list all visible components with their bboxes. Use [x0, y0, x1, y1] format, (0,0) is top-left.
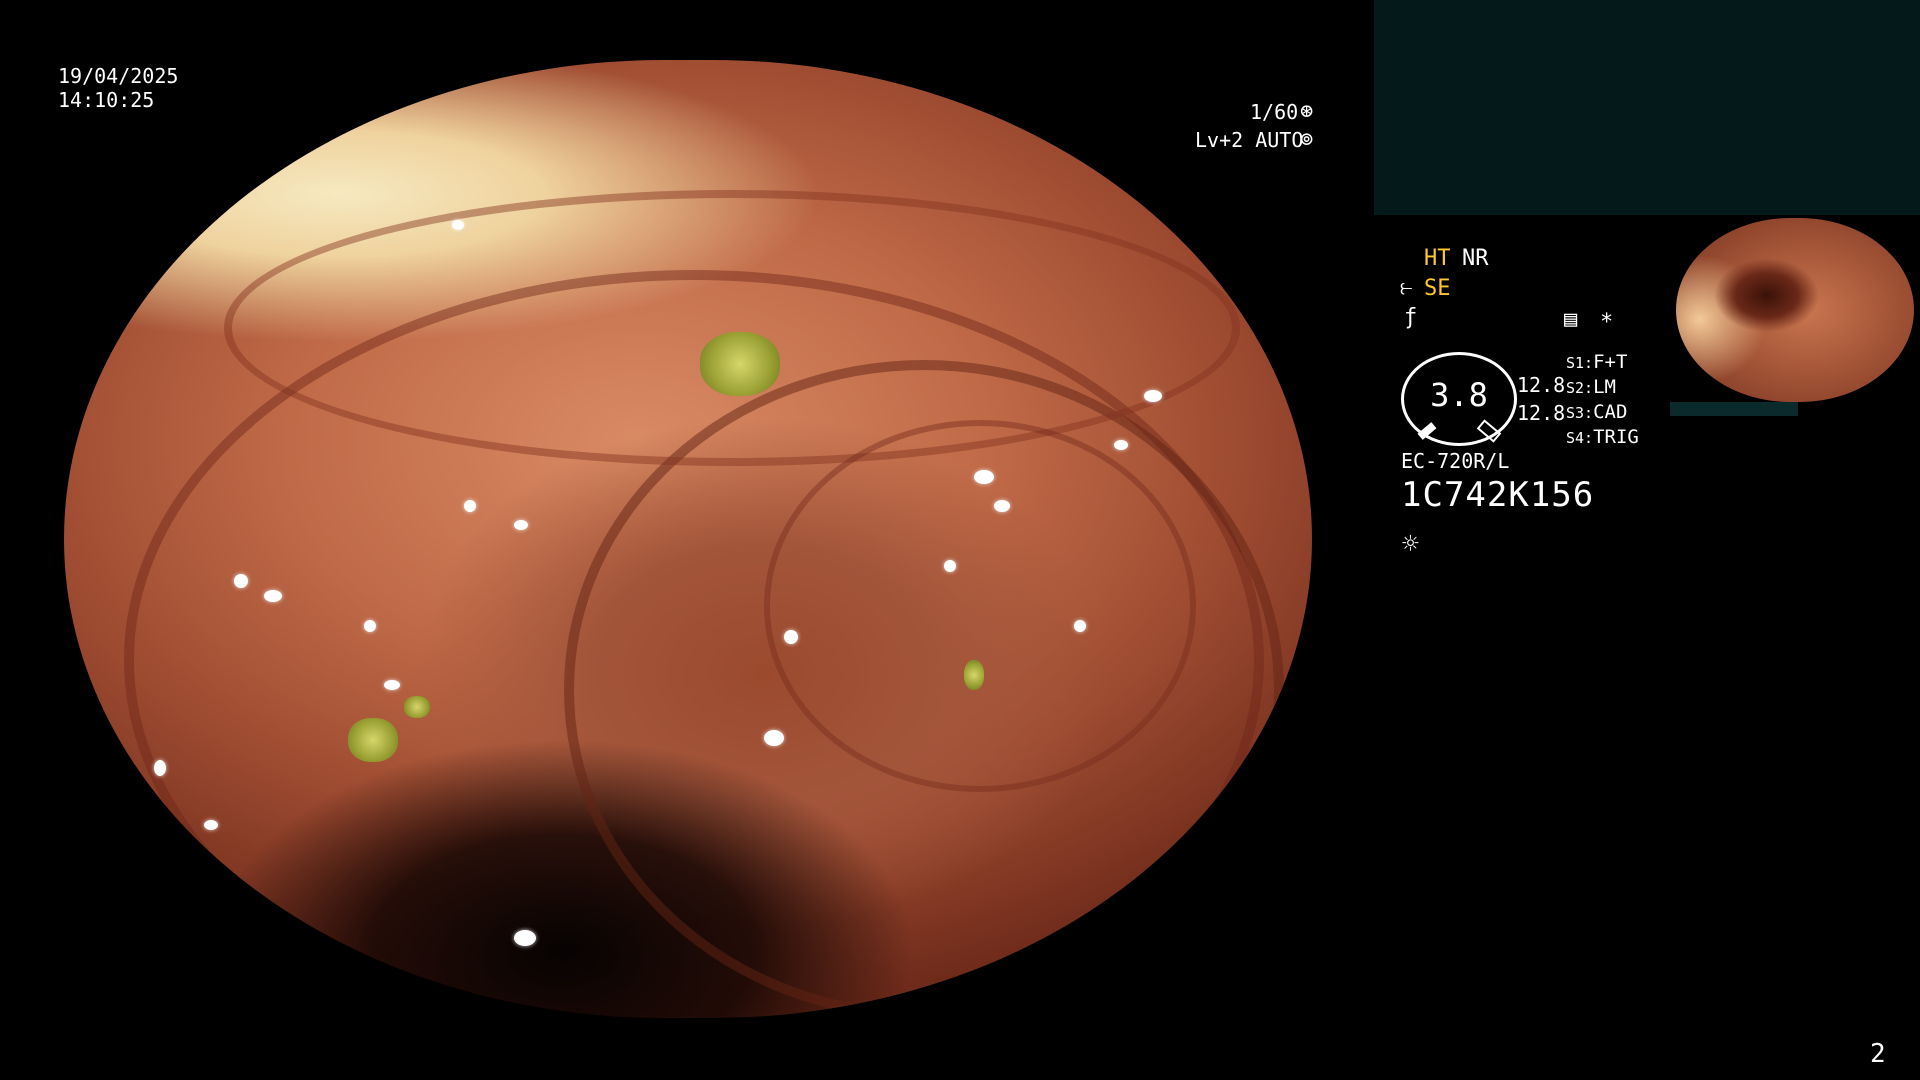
switch-item: S4:TRIG: [1566, 425, 1639, 450]
switch-key: S3:: [1566, 404, 1594, 422]
scope-serial: 1C742K156: [1401, 475, 1595, 515]
light-reflection: [944, 560, 956, 572]
switch-key: S2:: [1566, 379, 1594, 397]
gauge-marker: [1476, 419, 1502, 443]
residue-spot: [964, 660, 984, 690]
light-reflection: [784, 630, 798, 644]
light-reflection: [384, 680, 400, 690]
mucosal-fold: [224, 190, 1240, 466]
secondary-display: [1374, 0, 1920, 215]
mode-se: SE: [1424, 276, 1451, 301]
switch-item: S1:F+T: [1566, 350, 1639, 375]
freeze-icon: ƒ: [1404, 305, 1418, 330]
readout-1: 12.8: [1517, 373, 1566, 397]
thumbnail-caption-bar: [1670, 402, 1798, 416]
scope-model: EC-720R/L: [1401, 449, 1510, 473]
light-reflection: [974, 470, 994, 484]
auto-gear-icon: ⊚: [1300, 127, 1314, 152]
mode-nr: NR: [1462, 246, 1489, 271]
residue-spot: [700, 332, 780, 396]
light-reflection: [514, 520, 528, 530]
switch-value: LM: [1593, 376, 1616, 398]
switch-key: S4:: [1566, 429, 1594, 447]
mode-ht: HT: [1424, 246, 1451, 271]
endoscope-view: [64, 60, 1312, 1018]
switch-key: S1:: [1566, 354, 1594, 372]
light-reflection: [1114, 440, 1128, 450]
light-reflection: [204, 820, 218, 830]
switch-item: S3:CAD: [1566, 400, 1639, 425]
brightness-gauge: 3.8: [1401, 352, 1517, 446]
light-reflection: [464, 500, 476, 512]
asterisk-mark: *: [1600, 310, 1614, 335]
light-reflection: [234, 574, 248, 588]
switch-value: CAD: [1593, 401, 1628, 423]
gauge-value: 3.8: [1430, 376, 1488, 414]
light-reflection: [1074, 620, 1086, 632]
level-label: Lv+2 AUTO: [1195, 128, 1304, 152]
readout-2: 12.8: [1517, 401, 1566, 425]
aperture-icon: ⊛: [1300, 99, 1314, 124]
structure-enhance-icon: ⥼: [1400, 275, 1413, 300]
page-number: 2: [1870, 1039, 1886, 1069]
light-reflection: [994, 500, 1010, 512]
switch-item: S2:LM: [1566, 375, 1639, 400]
light-reflection: [514, 930, 536, 946]
thumbnail-view[interactable]: [1676, 218, 1914, 402]
residue-spot: [348, 718, 398, 762]
gauge-marker: [1417, 422, 1437, 440]
switch-value: F+T: [1593, 351, 1628, 373]
light-reflection: [154, 760, 166, 776]
light-reflection: [764, 730, 784, 746]
switch-value: TRIG: [1593, 426, 1639, 448]
residue-spot: [404, 696, 430, 718]
light-reflection: [1144, 390, 1162, 402]
date-label: 19/04/2025: [58, 64, 179, 88]
time-label: 14:10:25: [58, 88, 155, 112]
record-icon: ▤: [1564, 307, 1578, 332]
switch-list: S1:F+T S2:LM S3:CAD S4:TRIG: [1566, 350, 1639, 450]
light-source-icon: ☼: [1402, 527, 1419, 560]
light-reflection: [364, 620, 376, 632]
light-reflection: [452, 220, 464, 230]
light-reflection: [264, 590, 282, 602]
shutter-label: 1/60: [1250, 100, 1299, 124]
